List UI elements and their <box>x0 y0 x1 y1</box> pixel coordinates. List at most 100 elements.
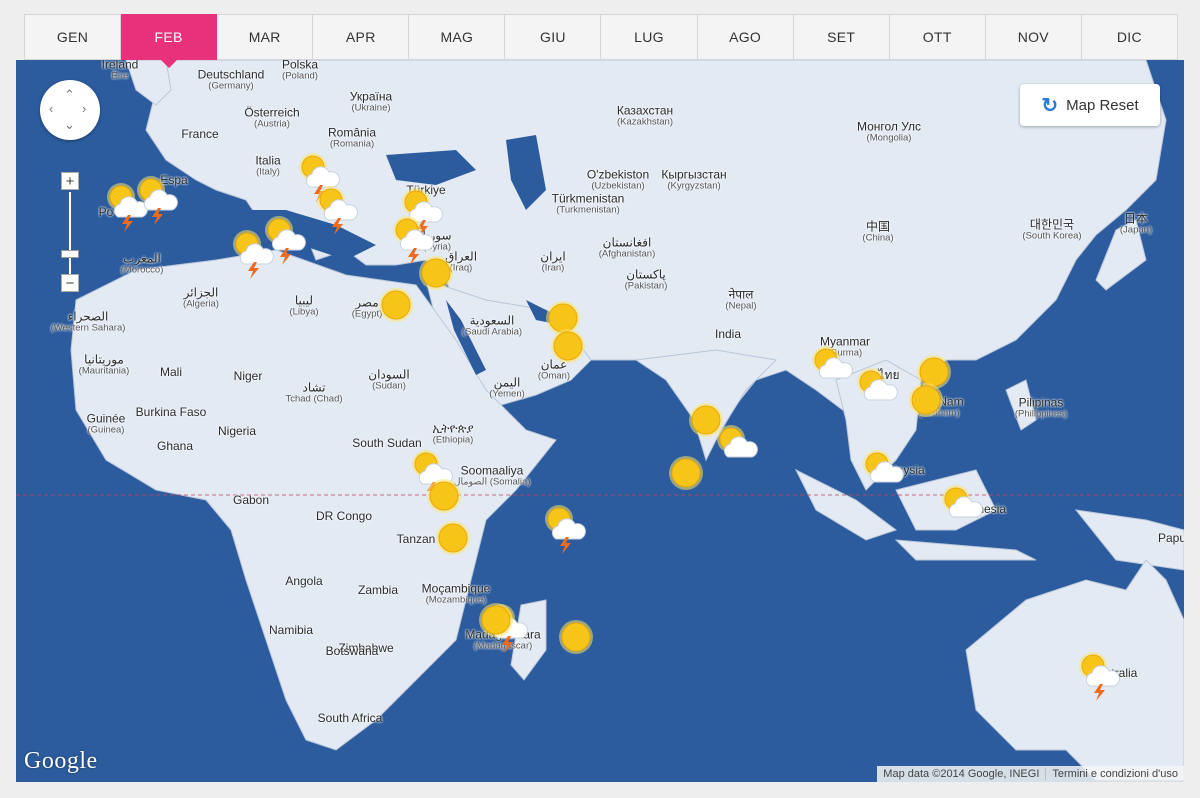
place-name: پاکستان <box>626 267 666 282</box>
place-name: Burkina Faso <box>135 405 207 419</box>
pan-left-icon[interactable]: ‹ <box>49 102 53 115</box>
sunny-weather-icon[interactable] <box>376 285 416 325</box>
place-name: Angola <box>285 574 323 588</box>
pan-down-icon[interactable]: ⌄ <box>64 118 75 131</box>
sunny-weather-icon[interactable] <box>906 380 946 420</box>
tab-apr[interactable]: APR <box>313 14 410 60</box>
terms-link[interactable]: Termini e condizioni d'uso <box>1046 768 1184 780</box>
place-name: România <box>327 125 377 140</box>
sunny-weather-icon[interactable] <box>556 617 596 657</box>
sunny-weather-icon[interactable] <box>433 518 473 558</box>
place-name-english: (Yemen) <box>489 388 525 400</box>
sunny-weather-icon[interactable] <box>548 326 588 366</box>
place-name-english: (Afghanistan) <box>598 248 656 260</box>
place-name-english: (Italy) <box>256 166 280 178</box>
tab-mar[interactable]: MAR <box>217 14 314 60</box>
partly-cloudy-weather-icon[interactable] <box>856 368 898 408</box>
place-label: Namibia <box>269 624 313 636</box>
place-name: السودان <box>368 367 410 382</box>
thunderstorm-weather-icon[interactable] <box>1078 652 1120 701</box>
place-label: Ireland Éire <box>102 60 139 82</box>
place-label: اليمن (Yemen) <box>489 377 525 400</box>
place-name: Nigeria <box>217 424 257 438</box>
place-name-english: (Algeria) <box>183 298 219 310</box>
place-name: المغرب <box>123 251 161 266</box>
partly-cloudy-weather-icon[interactable] <box>862 450 904 490</box>
zoom-slider-handle[interactable] <box>61 250 79 258</box>
place-name: 日本 <box>1123 211 1148 226</box>
pan-control[interactable]: ⌃ ⌄ ‹ › <box>40 80 100 140</box>
month-tabs: GEN FEB MAR APR MAG GIU LUG AGO SET OTT … <box>24 14 1178 68</box>
place-label: Монгол Улс (Mongolia) <box>857 121 921 144</box>
tab-lug[interactable]: LUG <box>601 14 698 60</box>
pan-right-icon[interactable]: › <box>82 102 86 115</box>
place-label: Türkmenistan (Turkmenistan) <box>552 193 625 216</box>
zoom-track[interactable] <box>69 192 71 286</box>
place-name: Italia <box>255 153 281 168</box>
place-label: Österreich (Austria) <box>244 107 299 130</box>
place-label: Україна (Ukraine) <box>350 91 392 114</box>
world-map[interactable]: Ireland Éire Deutschland (Germany) Polska (Po… <box>16 60 1184 782</box>
sunny-weather-icon[interactable] <box>424 476 464 516</box>
sunny-weather-icon[interactable] <box>476 600 516 640</box>
place-name: Україна <box>349 89 393 104</box>
place-name: Papu <box>1157 531 1184 545</box>
partly-cloudy-weather-icon[interactable] <box>941 485 983 525</box>
thunderstorm-weather-icon[interactable] <box>264 216 306 265</box>
place-label: O'zbekiston (Uzbekistan) <box>587 169 649 192</box>
thunderstorm-weather-icon[interactable] <box>136 176 178 225</box>
place-label: Tanzan <box>397 533 436 545</box>
place-label: Niger <box>234 370 263 382</box>
zoom-in-button[interactable]: + <box>61 172 79 190</box>
place-name-english: (Turkmenistan) <box>556 204 620 216</box>
place-name-english: الصومال (Somalia) <box>453 476 531 488</box>
zoom-out-button[interactable]: − <box>61 274 79 292</box>
place-name-english: (South Korea) <box>1022 230 1082 242</box>
map-attribution: Map data ©2014 Google, INEGI Termini e c… <box>877 766 1184 782</box>
place-label: Guinée (Guinea) <box>87 413 126 436</box>
tab-nov[interactable]: NOV <box>985 14 1082 60</box>
google-logo: Google <box>24 748 98 774</box>
tab-feb[interactable]: FEB <box>121 14 218 68</box>
place-label: India <box>715 328 741 340</box>
place-label: नेपाल (Nepal) <box>725 289 756 312</box>
place-name: الجزائر <box>183 285 219 300</box>
place-name: Guinée <box>86 411 126 426</box>
place-name: Mali <box>159 365 183 379</box>
place-label: Mali <box>160 366 182 378</box>
place-label: Nigeria <box>218 425 256 437</box>
place-name: Ghana <box>156 439 194 453</box>
place-name-english: (Ukraine) <box>351 102 391 114</box>
place-name-english: (Japan) <box>1119 224 1153 236</box>
place-label: Botswana <box>326 645 379 657</box>
place-name-english: (Morocco) <box>120 264 164 276</box>
place-name: Zambia <box>357 583 399 597</box>
tab-dic[interactable]: DIC <box>1081 14 1178 60</box>
tab-set[interactable]: SET <box>793 14 890 60</box>
tab-mag[interactable]: MAG <box>409 14 506 60</box>
place-name: Кыргызстан <box>661 167 727 182</box>
sunny-weather-icon[interactable] <box>416 253 456 293</box>
place-label: ليبيا (Libya) <box>289 295 318 318</box>
place-name-english: (Guinea) <box>87 424 125 436</box>
place-label: Italia (Italy) <box>255 155 280 178</box>
partly-cloudy-weather-icon[interactable] <box>811 346 853 386</box>
place-name: تشاد <box>302 380 326 395</box>
thunderstorm-weather-icon[interactable] <box>544 505 586 554</box>
tab-ott[interactable]: OTT <box>889 14 986 60</box>
place-name-english: (Iran) <box>541 262 565 274</box>
tab-giu[interactable]: GIU <box>505 14 602 60</box>
sunny-weather-icon[interactable] <box>666 453 706 493</box>
place-name: Soomaaliya <box>460 463 524 478</box>
place-label: Burkina Faso <box>136 406 207 418</box>
place-name-english: (Saudi Arabia) <box>461 326 523 338</box>
tab-ago[interactable]: AGO <box>697 14 794 60</box>
tab-gen[interactable]: GEN <box>24 14 122 60</box>
partly-cloudy-weather-icon[interactable] <box>716 425 758 465</box>
pan-up-icon[interactable]: ⌃ <box>64 88 75 101</box>
place-name: ليبيا <box>294 293 314 308</box>
thunderstorm-weather-icon[interactable] <box>316 186 358 235</box>
place-label: السودان (Sudan) <box>368 369 409 392</box>
thunderstorm-weather-icon[interactable] <box>392 216 434 265</box>
map-reset-button[interactable]: ↻ Map Reset <box>1020 84 1160 126</box>
